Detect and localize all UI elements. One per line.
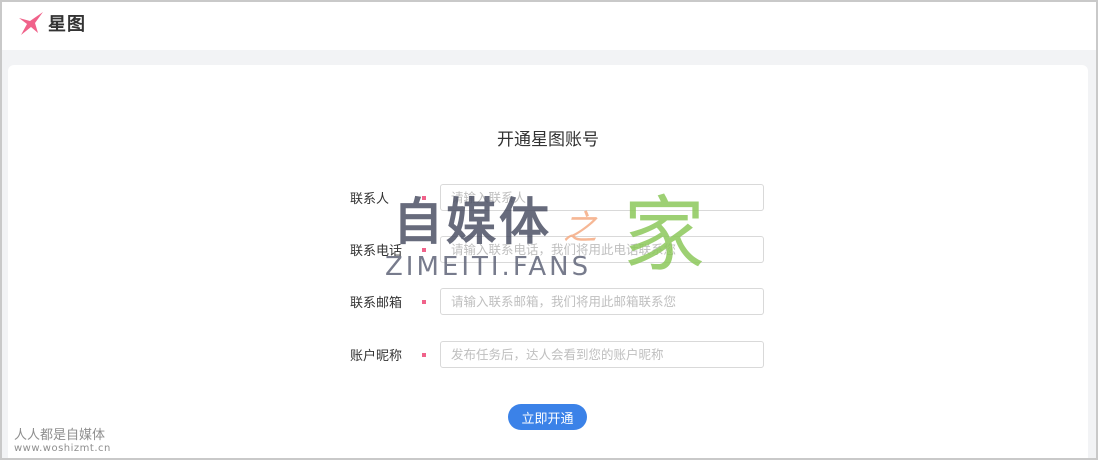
nickname-input[interactable] [440, 341, 764, 368]
field-row-email: 联系邮箱 [8, 288, 1088, 316]
logo-text: 星图 [48, 14, 86, 35]
required-marker [422, 248, 426, 252]
form-title: 开通星图账号 [497, 130, 599, 150]
phone-input[interactable] [440, 236, 764, 263]
required-marker [422, 300, 426, 304]
logo[interactable]: 星图 [16, 8, 86, 38]
required-marker [422, 353, 426, 357]
signup-card: 开通星图账号 联系人 联系电话 联系邮箱 账户昵称 立即开通 [8, 65, 1088, 460]
field-row-contact: 联系人 [8, 184, 1088, 212]
email-input[interactable] [440, 288, 764, 315]
nickname-label: 账户昵称 [350, 349, 403, 364]
field-row-nickname: 账户昵称 [8, 341, 1088, 369]
email-label: 联系邮箱 [350, 296, 403, 311]
star-icon [19, 12, 43, 35]
contact-label: 联系人 [350, 192, 390, 207]
field-row-phone: 联系电话 [8, 236, 1088, 264]
required-marker [422, 196, 426, 200]
phone-label: 联系电话 [350, 244, 403, 259]
contact-input[interactable] [440, 184, 764, 211]
top-bar: 星图 [2, 2, 1096, 50]
activate-button[interactable]: 立即开通 [508, 404, 587, 430]
